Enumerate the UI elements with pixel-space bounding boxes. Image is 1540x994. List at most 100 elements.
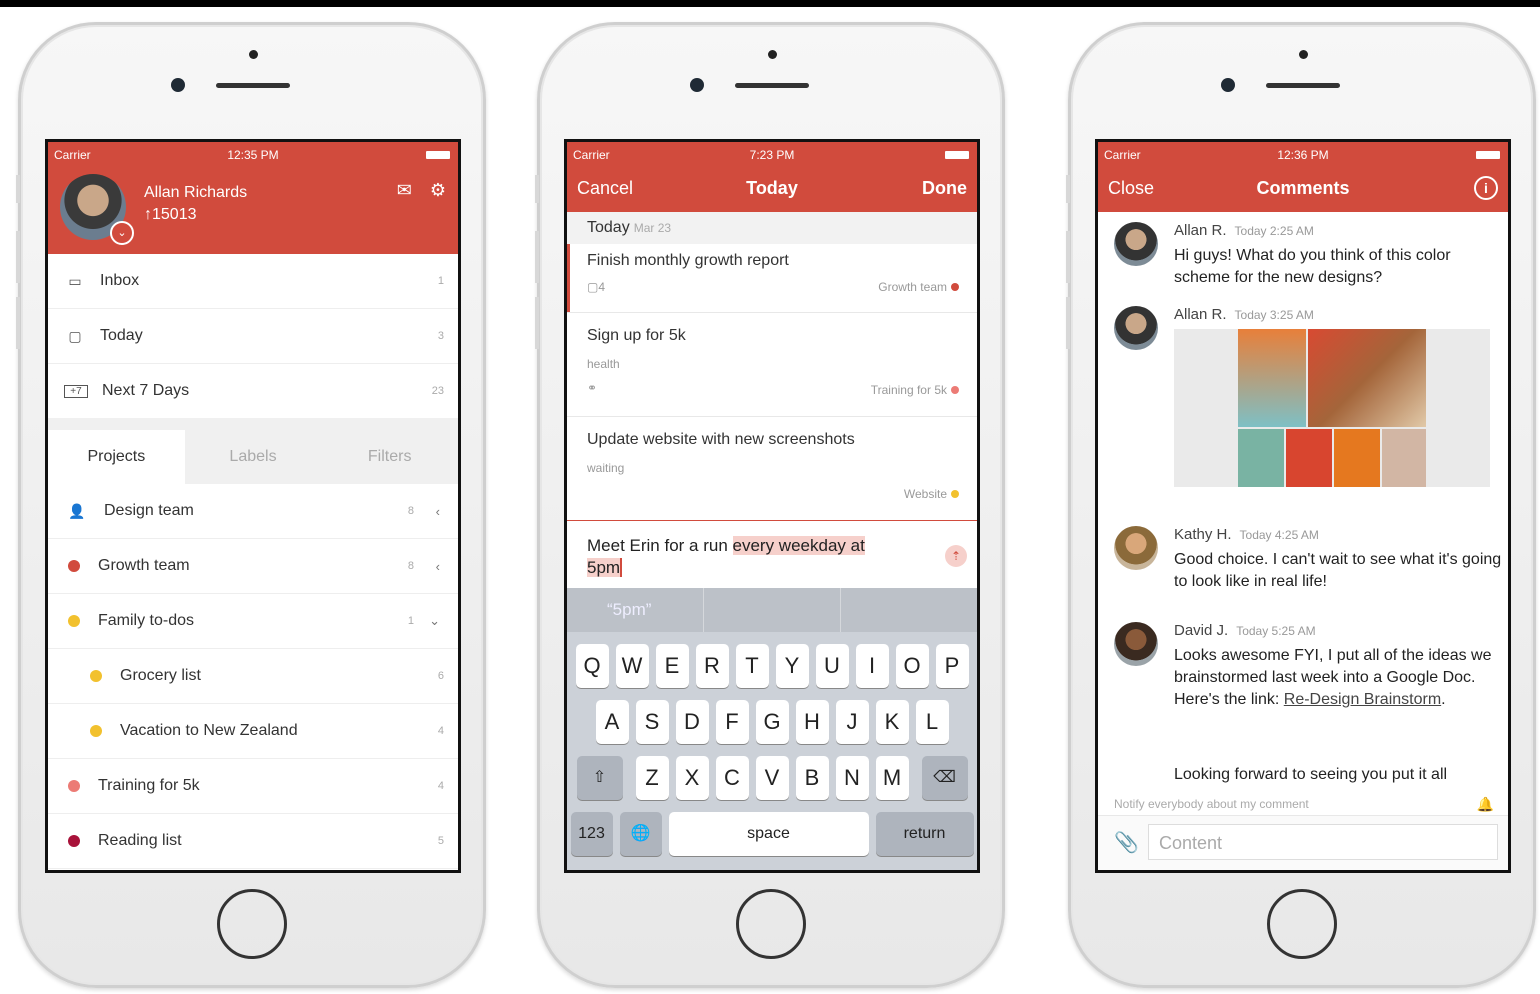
project-growth-team[interactable]: Growth team 8 ‹ [48, 539, 458, 594]
task-item[interactable]: Update website with new screenshots wait… [567, 417, 977, 520]
nav-next-7-days[interactable]: +7 Next 7 Days 23 [48, 364, 458, 418]
attached-image[interactable] [1174, 329, 1490, 487]
key-z[interactable]: Z [635, 756, 669, 800]
keyboard-row-4: 123 🌐 space return [567, 812, 977, 856]
avatar [1114, 622, 1158, 666]
task-title: Sign up for 5k [587, 327, 686, 344]
project-family-todos[interactable]: Family to-dos 1 ⌄ [48, 594, 458, 649]
link-icon: ⚭ [587, 381, 598, 395]
key-x[interactable]: X [675, 756, 709, 800]
key-f[interactable]: F [715, 700, 749, 744]
bell-icon[interactable]: 🔔 [1477, 792, 1494, 816]
key-r[interactable]: R [695, 644, 729, 688]
key-l[interactable]: L [915, 700, 949, 744]
comment: Kathy H. Today 4:25 AM Good choice. I can… [1098, 526, 1508, 622]
project-color-dot [951, 490, 959, 498]
key-p[interactable]: P [935, 644, 969, 688]
notify-toggle[interactable]: Notify everybody about my comment 🔔 [1098, 792, 1508, 816]
color-swatch [1286, 429, 1332, 487]
day-header: Today Mar 23 [567, 212, 977, 244]
nav-count: 23 [431, 385, 444, 397]
inbox-icon: ▭ [68, 272, 82, 289]
status-bar: Carrier 7:23 PM [567, 142, 977, 166]
chevron-down-icon[interactable]: ⌄ [110, 221, 134, 245]
clock: 12:36 PM [1277, 148, 1329, 162]
comment-input[interactable]: Content [1148, 824, 1498, 860]
key-c[interactable]: C [715, 756, 749, 800]
key-t[interactable]: T [735, 644, 769, 688]
project-color-dot [68, 615, 80, 627]
key-k[interactable]: K [875, 700, 909, 744]
chevron-left-icon[interactable]: ‹ [436, 504, 440, 519]
input-text: Meet Erin for a run [587, 536, 733, 555]
key-g[interactable]: G [755, 700, 789, 744]
comment-text: Looking forward to seeing you put it all [1174, 766, 1448, 783]
chevron-down-icon[interactable]: ⌄ [429, 613, 440, 629]
suggestion-empty[interactable] [841, 588, 977, 632]
project-training-5k[interactable]: Training for 5k 4 [48, 759, 458, 814]
chevron-left-icon[interactable]: ‹ [436, 559, 440, 574]
shift-key[interactable]: ⇧ [576, 756, 623, 800]
key-d[interactable]: D [675, 700, 709, 744]
key-w[interactable]: W [615, 644, 649, 688]
task-input[interactable]: Meet Erin for a run every weekday at 5pm … [567, 520, 977, 594]
key-h[interactable]: H [795, 700, 829, 744]
key-q[interactable]: Q [575, 644, 609, 688]
suggestion[interactable]: “5pm” [567, 588, 704, 632]
phone-comments: Carrier 12:36 PM Close Comments i Allan … [1066, 22, 1536, 988]
settings-icon[interactable]: ⚙ [430, 180, 446, 201]
project-color-dot [68, 780, 80, 792]
suggestion-empty[interactable] [704, 588, 841, 632]
project-count: 1 [407, 615, 414, 627]
home-button[interactable] [1267, 889, 1337, 959]
comment: Looking forward to seeing you put it all [1098, 764, 1508, 794]
key-b[interactable]: B [795, 756, 829, 800]
done-button[interactable]: Done [922, 178, 967, 199]
key-i[interactable]: I [855, 644, 889, 688]
project-count: 6 [437, 670, 444, 682]
return-key[interactable]: return [875, 812, 974, 856]
key-j[interactable]: J [835, 700, 869, 744]
numbers-key[interactable]: 123 [570, 812, 613, 856]
project-vacation[interactable]: Vacation to New Zealand 4 [48, 704, 458, 759]
backspace-key[interactable]: ⌫ [921, 756, 968, 800]
key-e[interactable]: E [655, 644, 689, 688]
add-task-icon[interactable]: ⇡ [945, 545, 967, 567]
doc-link[interactable]: Re-Design Brainstorm [1284, 691, 1441, 708]
key-o[interactable]: O [895, 644, 929, 688]
space-key[interactable]: space [668, 812, 869, 856]
tab-labels[interactable]: Labels [185, 430, 322, 484]
comment: Allan R. Today 3:25 AM [1098, 306, 1508, 526]
volume-down [16, 297, 20, 349]
home-button[interactable] [217, 889, 287, 959]
project-design-team[interactable]: 👤 Design team 8 ‹ [48, 484, 458, 539]
comment-time: Today 5:25 AM [1236, 624, 1316, 638]
comment-text: Hi guys! What do you think of this color… [1174, 247, 1451, 286]
nav-label: Next 7 Days [102, 382, 190, 399]
key-u[interactable]: U [815, 644, 849, 688]
key-a[interactable]: A [595, 700, 629, 744]
project-grocery-list[interactable]: Grocery list 6 [48, 649, 458, 704]
home-button[interactable] [736, 889, 806, 959]
tab-projects[interactable]: Projects [48, 430, 185, 484]
globe-icon[interactable]: 🌐 [619, 812, 662, 856]
project-reading-list[interactable]: Reading list 5 [48, 814, 458, 869]
attachment-icon[interactable]: 📎 [1114, 830, 1139, 855]
project-color-dot [90, 670, 102, 682]
key-y[interactable]: Y [775, 644, 809, 688]
task-item[interactable]: Finish monthly growth report ▢4 Growth t… [567, 244, 977, 313]
task-label: health [587, 357, 620, 371]
key-n[interactable]: N [835, 756, 869, 800]
nav-inbox[interactable]: ▭ Inbox 1 [48, 254, 458, 309]
nav-today[interactable]: ▢ Today 3 [48, 309, 458, 364]
key-v[interactable]: V [755, 756, 789, 800]
nav-title: Today [746, 178, 798, 198]
info-icon[interactable]: i [1474, 176, 1498, 200]
key-m[interactable]: M [875, 756, 909, 800]
battery-icon [945, 151, 969, 159]
task-item[interactable]: Sign up for 5k health ⚭ Training for 5k [567, 313, 977, 417]
key-s[interactable]: S [635, 700, 669, 744]
notifications-icon[interactable]: ✉ [397, 180, 412, 201]
screen: Carrier 12:35 PM ⌄ Allan Richards ↑15013… [45, 139, 461, 873]
tab-filters[interactable]: Filters [321, 430, 458, 484]
